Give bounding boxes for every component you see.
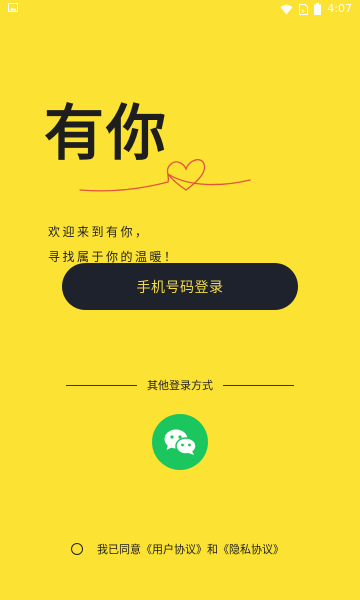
divider-line-left xyxy=(66,384,137,386)
welcome-line-1: 欢迎来到有你， xyxy=(48,225,150,239)
privacy-agreement-link[interactable]: 《隐私协议》 xyxy=(218,541,284,557)
status-icons: x 4:07 xyxy=(280,2,352,16)
wechat-icon xyxy=(164,429,197,455)
agreement-radio[interactable] xyxy=(71,543,83,555)
agreement-prefix: 我已同意 xyxy=(97,543,141,556)
battery-icon xyxy=(314,3,322,15)
agreement-row: 我已同意 《用户协议》 和 《隐私协议》 xyxy=(71,540,284,558)
image-notification-icon xyxy=(8,3,18,12)
agreement-conjunction: 和 xyxy=(207,543,218,556)
app-logo: 有你 xyxy=(40,98,255,193)
svg-text:x: x xyxy=(301,8,305,15)
heart-line-icon xyxy=(79,159,251,192)
phone-login-button[interactable]: 手机号码登录 xyxy=(62,263,298,310)
status-time: 4:07 xyxy=(327,2,352,15)
phone-login-label: 手机号码登录 xyxy=(136,279,224,296)
other-login-label: 其他登录方式 xyxy=(147,379,213,392)
divider-line-right xyxy=(223,384,294,386)
status-bar: x 4:07 xyxy=(0,0,360,18)
wifi-icon xyxy=(280,4,293,14)
other-login-divider: 其他登录方式 xyxy=(66,376,294,394)
wechat-login-button[interactable] xyxy=(152,414,208,470)
sim-icon: x xyxy=(299,3,309,15)
user-agreement-link[interactable]: 《用户协议》 xyxy=(141,541,207,557)
